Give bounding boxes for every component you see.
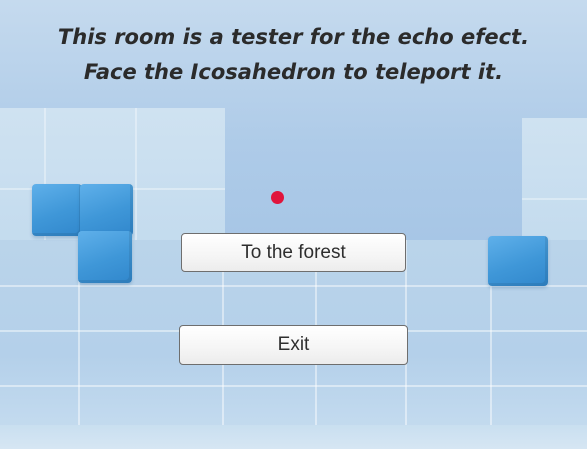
game-viewport: This room is a tester for the echo efect…: [0, 0, 587, 449]
hud-message: This room is a tester for the echo efect…: [0, 20, 587, 90]
blue-cube: [32, 184, 82, 236]
hud-message-line-2: Face the Icosahedron to teleport it.: [83, 60, 504, 84]
floor-edge: [0, 425, 587, 449]
blue-cube: [80, 184, 133, 236]
to-the-forest-button[interactable]: To the forest: [181, 233, 406, 272]
crosshair-reticle-icon: [271, 191, 284, 204]
exit-button[interactable]: Exit: [179, 325, 408, 365]
right-wall-panel: [522, 118, 587, 248]
blue-cube: [78, 231, 132, 283]
blue-cube: [488, 236, 548, 286]
hud-message-line-1: This room is a tester for the echo efect…: [57, 25, 530, 49]
